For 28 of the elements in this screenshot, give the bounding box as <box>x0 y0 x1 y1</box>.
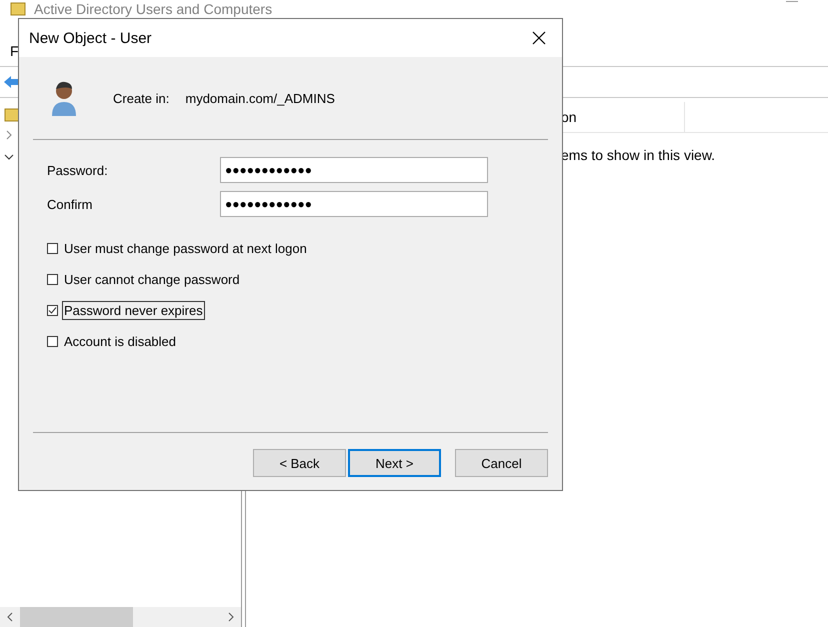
create-in-label: Create in: <box>113 90 170 106</box>
checkbox[interactable] <box>47 274 58 285</box>
password-field[interactable]: ●●●●●●●●●●●● <box>220 157 488 183</box>
dialog-title: New Object - User <box>29 30 152 46</box>
field-label: Password: <box>47 162 109 178</box>
folder-icon <box>4 108 20 122</box>
checkbox-label[interactable]: Password never expires <box>62 301 205 320</box>
chevron-right-icon[interactable] <box>4 130 14 140</box>
checkbox-label[interactable]: Account is disabled <box>62 332 178 351</box>
password-field[interactable]: ●●●●●●●●●●●● <box>220 191 488 217</box>
field-label: Confirm <box>47 196 94 212</box>
dialog-button[interactable]: < Back <box>253 449 346 477</box>
checkbox[interactable] <box>47 305 58 316</box>
minimize-icon[interactable] <box>786 1 798 3</box>
checkbox-label[interactable]: User cannot change password <box>62 270 242 289</box>
menu-item[interactable]: F <box>10 43 19 59</box>
folder-icon <box>10 1 26 17</box>
horizontal-scrollbar[interactable] <box>0 607 241 627</box>
checkbox-label[interactable]: User must change password at next logon <box>62 239 309 258</box>
create-in-path: mydomain.com/_ADMINS <box>185 90 335 106</box>
checkbox[interactable] <box>47 243 58 254</box>
back-arrow-icon[interactable] <box>4 75 18 89</box>
checkbox[interactable] <box>47 336 58 347</box>
dialog-button[interactable]: Cancel <box>455 449 548 477</box>
window-title: Active Directory Users and Computers <box>34 1 272 17</box>
chevron-down-icon[interactable] <box>4 152 14 162</box>
dialog-button[interactable]: Next > <box>348 449 441 477</box>
close-icon[interactable] <box>532 31 546 45</box>
